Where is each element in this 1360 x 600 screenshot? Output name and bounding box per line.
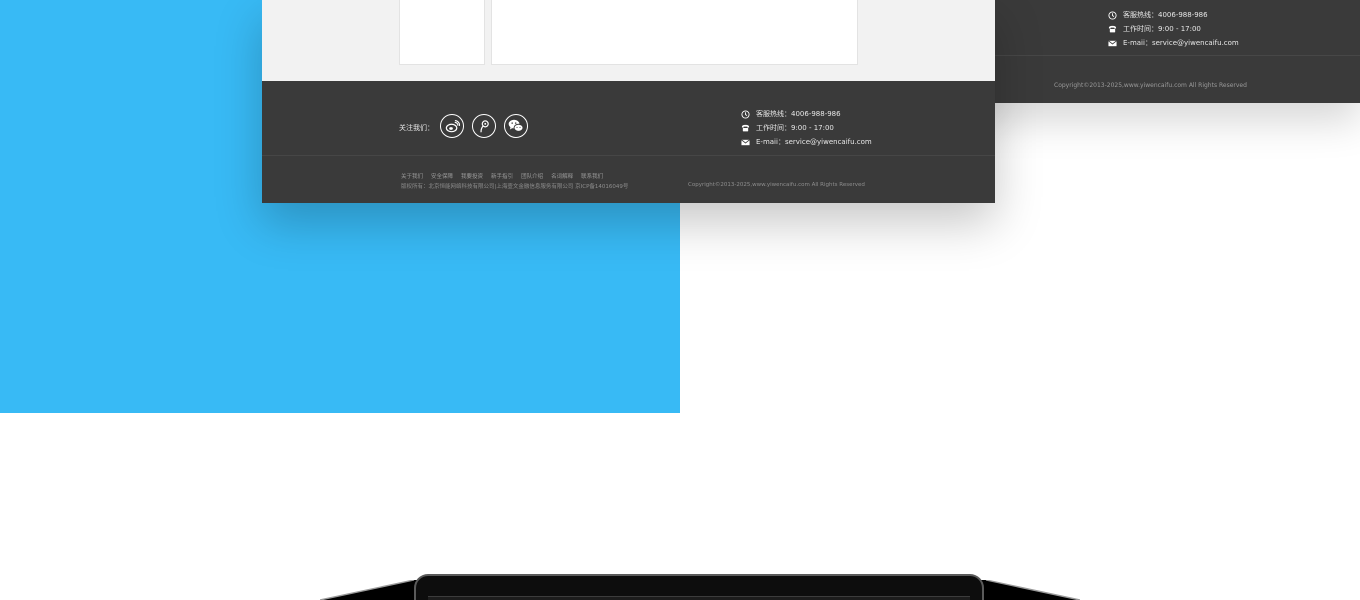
hotline-row: 客服热线： 4006-988-986: [740, 107, 872, 121]
back-hotline-value: 4006-988-986: [1158, 11, 1208, 19]
wechat-button[interactable]: [504, 114, 528, 138]
email-row: E-maii： service@yiwencaifu.com: [740, 135, 872, 149]
content-card-small: [399, 0, 485, 65]
email-label: E-maii：: [756, 138, 785, 146]
back-hours-label: 工作时间：: [1123, 25, 1158, 33]
weibo-icon: [445, 119, 460, 133]
back-email-label: E-maii：: [1123, 39, 1152, 47]
email-value[interactable]: service@yiwencaifu.com: [785, 138, 872, 146]
phone-icon: [1107, 24, 1117, 34]
site-footer: 关注我们： 客服热线： 4006-988-986 工作时间： 9:00 - 17…: [262, 81, 995, 203]
wechat-icon: [508, 119, 524, 133]
back-email-value[interactable]: service@yiwencaifu.com: [1152, 39, 1239, 47]
footer-link-contact[interactable]: 联系我们: [581, 172, 603, 180]
back-contact-info: 客服热线： 4006-988-986 工作时间： 9:00 - 17:00 E-…: [1107, 8, 1239, 50]
footer-link-security[interactable]: 安全保障: [431, 172, 453, 180]
rights-notice: 版权所有：北京恒能网络科技有限公司|上海壹文金融信息服务有限公司 京ICP备14…: [401, 184, 629, 190]
copyright-notice: Copyright©2013-2025,www.yiwencaifu.com A…: [688, 182, 865, 188]
footer-link-guide[interactable]: 新手指引: [491, 172, 513, 180]
back-hotline-label: 客服热线：: [1123, 11, 1158, 19]
footer-link-team[interactable]: 团队介绍: [521, 172, 543, 180]
hours-value: 9:00 - 17:00: [791, 124, 834, 132]
clock-icon: [740, 109, 750, 119]
back-hours-value: 9:00 - 17:00: [1158, 25, 1201, 33]
back-copyright: Copyright©2013-2025,www.yiwencaifu.com A…: [1054, 82, 1247, 89]
showcase-stage: 客服热线： 4006-988-986 工作时间： 9:00 - 17:00 E-…: [0, 0, 1360, 600]
tencent-weibo-icon: [478, 119, 491, 133]
tencent-weibo-button[interactable]: [472, 114, 496, 138]
content-card-large: [491, 0, 858, 65]
mail-icon: [1107, 38, 1117, 48]
laptop-lid: [414, 574, 984, 600]
hotline-value: 4006-988-986: [791, 110, 841, 118]
mail-icon: [740, 137, 750, 147]
footer-link-about[interactable]: 关于我们: [401, 172, 423, 180]
hours-label: 工作时间：: [756, 124, 791, 132]
clock-icon: [1107, 10, 1117, 20]
front-page-mockup: 关注我们： 客服热线： 4006-988-986 工作时间： 9:00 - 17…: [262, 0, 995, 203]
phone-icon: [740, 123, 750, 133]
follow-us-label: 关注我们：: [399, 124, 434, 132]
hotline-label: 客服热线：: [756, 110, 791, 118]
footer-link-glossary[interactable]: 名词解释: [551, 172, 573, 180]
laptop-screen: [428, 596, 970, 600]
back-hotline-row: 客服热线： 4006-988-986: [1107, 8, 1239, 22]
footer-link-invest[interactable]: 我要投资: [461, 172, 483, 180]
back-email-row: E-maii： service@yiwencaifu.com: [1107, 36, 1239, 50]
footer-links: 关于我们 安全保障 我要投资 新手指引 团队介绍 名词解释 联系我们: [401, 172, 603, 180]
weibo-button[interactable]: [440, 114, 464, 138]
contact-info: 客服热线： 4006-988-986 工作时间： 9:00 - 17:00 E-…: [740, 107, 872, 149]
back-hours-row: 工作时间： 9:00 - 17:00: [1107, 22, 1239, 36]
hours-row: 工作时间： 9:00 - 17:00: [740, 121, 872, 135]
content-area: [262, 0, 995, 81]
footer-divider: [262, 155, 995, 156]
